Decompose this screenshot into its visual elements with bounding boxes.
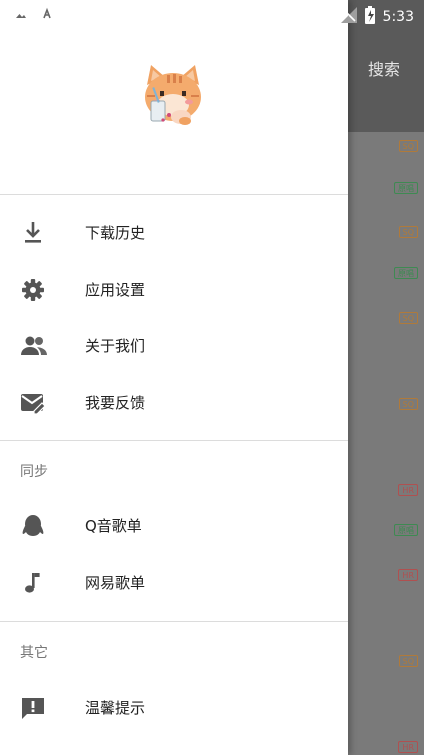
menu-item-label: 下载历史 — [85, 224, 146, 242]
music-note-icon — [20, 571, 46, 595]
feedback-mail-icon — [20, 391, 46, 415]
battery-icon — [364, 6, 375, 28]
menu-item-label: 关于我们 — [85, 337, 146, 355]
quality-tag: 原唱 — [394, 182, 418, 194]
divider — [0, 621, 348, 622]
menu-item-qq-playlist[interactable]: Q音歌单 — [0, 498, 348, 554]
gear-icon — [20, 278, 46, 302]
quality-tag: SQ — [398, 655, 418, 667]
alert-message-icon — [20, 696, 46, 720]
menu-item-label: 网易歌单 — [85, 574, 146, 592]
section-title-sync: 同步 — [20, 464, 48, 480]
quality-tag: SQ — [398, 226, 418, 238]
cat-avatar-image — [133, 57, 213, 137]
menu-item-label: 应用设置 — [85, 281, 146, 299]
quality-tag: SQ — [398, 398, 418, 410]
menu-item-settings[interactable]: 应用设置 — [0, 262, 348, 318]
menu-item-netease-playlist[interactable]: 网易歌单 — [0, 555, 348, 611]
quality-tag: 原唱 — [394, 524, 418, 536]
section-title-other: 其它 — [20, 645, 48, 661]
navigation-drawer: 下载历史 应用设置 关于我们 我要反馈 同步 Q音歌单 网易歌单 其它 温馨提示 — [0, 0, 348, 755]
menu-item-label: 我要反馈 — [85, 394, 146, 412]
status-time: 5:33 — [382, 9, 414, 25]
menu-item-download-history[interactable]: 下载历史 — [0, 205, 348, 261]
divider — [0, 194, 348, 195]
menu-item-label: Q音歌单 — [85, 517, 142, 535]
no-signal-icon — [340, 7, 357, 27]
avatar[interactable] — [133, 57, 213, 137]
status-bar: 5:33 — [0, 0, 424, 30]
qq-penguin-icon — [20, 514, 46, 538]
download-icon — [20, 221, 46, 245]
menu-item-tips[interactable]: 温馨提示 — [0, 680, 348, 736]
quality-tag: 原唱 — [394, 267, 418, 279]
wifi-icon — [312, 7, 333, 27]
search-button[interactable]: 搜索 — [368, 56, 400, 80]
quality-tag: HR — [398, 484, 418, 496]
quality-tag: SQ — [398, 312, 418, 324]
app-notification-icon — [40, 7, 54, 21]
people-icon — [20, 334, 47, 358]
menu-item-label: 温馨提示 — [85, 699, 146, 717]
menu-item-feedback[interactable]: 我要反馈 — [0, 375, 348, 431]
quality-tag: HR — [398, 741, 418, 753]
divider — [0, 440, 348, 441]
quality-tag: SQ — [398, 140, 418, 152]
menu-item-about-us[interactable]: 关于我们 — [0, 318, 348, 374]
gallery-notification-icon — [14, 7, 28, 21]
quality-tag: HR — [398, 569, 418, 581]
